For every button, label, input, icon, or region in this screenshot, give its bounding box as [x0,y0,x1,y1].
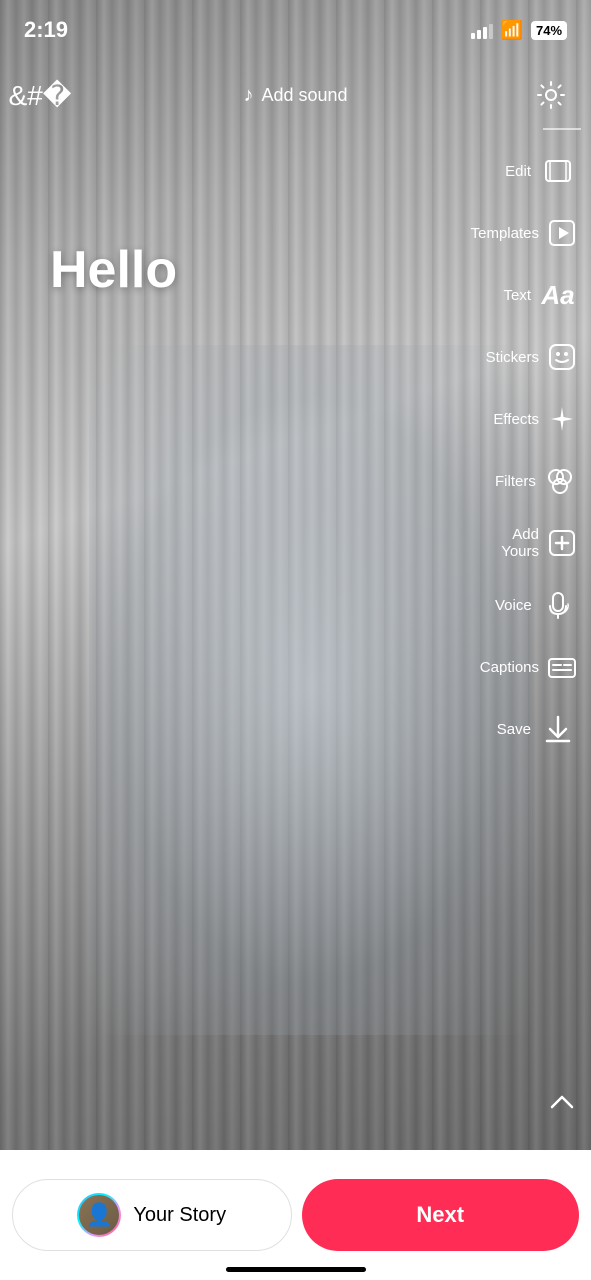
edit-icon-box [539,152,577,190]
effects-icon [547,404,577,434]
effects-icon-box [547,400,577,438]
settings-button[interactable] [529,73,573,117]
edit-label: Edit [505,163,531,180]
effects-label: Effects [493,411,539,428]
captions-icon [547,652,577,682]
overlay-text: Hello [50,240,177,300]
filters-icon [545,466,575,496]
sidebar-item-edit[interactable]: Edit [491,140,581,202]
save-icon [543,714,573,744]
stickers-icon [547,342,577,372]
add-yours-icon-box [547,524,577,562]
captions-label: Captions [480,659,539,676]
wifi-icon: 📶 [501,20,523,41]
add-yours-icon [547,528,577,558]
voice-label: Voice [495,597,532,614]
music-note-icon: ♪ [243,84,253,107]
text-icon: Aa [541,280,574,311]
save-icon-box [539,710,577,748]
avatar-face: 👤 [86,1202,113,1228]
battery-icon: 74% [531,21,567,40]
window-light [89,345,532,1035]
sidebar-item-text[interactable]: Text Aa [491,264,581,326]
sidebar-item-add-yours[interactable]: Add Yours [491,512,581,574]
signal-icon [471,21,493,39]
captions-icon-box [547,648,577,686]
templates-icon [547,218,577,248]
sidebar-item-save[interactable]: Save [491,698,581,760]
sidebar-item-templates[interactable]: Templates [491,202,581,264]
save-label: Save [497,721,531,738]
stickers-label: Stickers [486,349,539,366]
top-controls: &#� ♪ Add sound [0,60,591,130]
add-yours-label: Add Yours [495,526,539,560]
right-menu: Edit Templates Text Aa Stickers [491,140,591,760]
text-icon-box: Aa [539,276,577,314]
status-bar: 2:19 📶 74% [0,0,591,60]
templates-label: Templates [471,225,539,242]
sidebar-item-captions[interactable]: Captions [491,636,581,698]
back-button[interactable]: &#� [18,73,62,117]
sidebar-item-stickers[interactable]: Stickers [491,326,581,388]
avatar: 👤 [79,1195,119,1235]
bottom-bar: 👤 Your Story Next [0,1150,591,1280]
text-label: Text [503,287,531,304]
edit-icon [543,156,573,186]
templates-icon-box [547,214,577,252]
status-time: 2:19 [24,17,68,43]
back-icon: &#� [9,79,72,112]
sidebar-item-filters[interactable]: Filters [491,450,581,512]
filters-label: Filters [495,473,536,490]
add-sound-button[interactable]: ♪ Add sound [243,84,347,107]
filters-icon-box [544,462,577,500]
voice-icon-box [540,586,577,624]
chevron-up-icon [544,1083,580,1119]
sidebar-item-effects[interactable]: Effects [491,388,581,450]
home-indicator [226,1267,366,1272]
collapse-button[interactable] [543,1082,581,1120]
next-button[interactable]: Next [302,1179,580,1251]
status-icons: 📶 74% [471,20,567,41]
sidebar-item-voice[interactable]: Voice [491,574,581,636]
next-label: Next [416,1202,464,1228]
avatar-ring: 👤 [77,1193,121,1237]
your-story-button[interactable]: 👤 Your Story [12,1179,292,1251]
stickers-icon-box [547,338,577,376]
your-story-label: Your Story [133,1204,226,1227]
add-sound-label: Add sound [261,85,347,106]
voice-icon [543,590,573,620]
gear-icon [536,80,566,110]
